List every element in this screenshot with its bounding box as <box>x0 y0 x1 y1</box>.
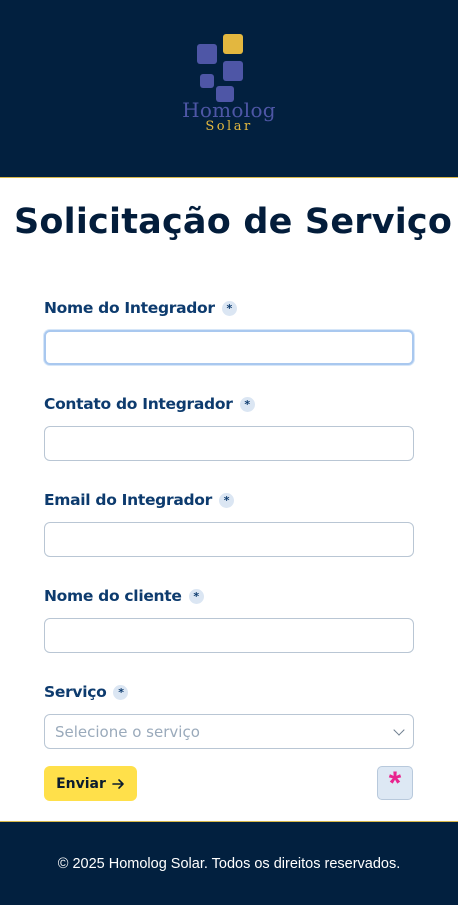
request-form: Solicitação de Serviço Nome do Integrado… <box>0 178 458 821</box>
integrator-contact-input[interactable] <box>44 426 414 461</box>
asterisk-icon[interactable]: * <box>377 766 413 800</box>
site-header: Homolog Solar <box>0 0 458 178</box>
integrator-email-field: Email do Integrador * <box>44 490 414 557</box>
logo-subname: Solar <box>205 118 253 134</box>
client-name-field: Nome do cliente * <box>44 586 414 653</box>
required-badge: * <box>239 396 255 412</box>
chevron-down-icon <box>393 723 405 736</box>
submit-button[interactable]: Enviar <box>44 766 137 801</box>
required-badge: * <box>188 588 204 604</box>
arrow-right-icon <box>112 778 124 789</box>
service-select[interactable]: Selecione o serviço <box>44 714 414 749</box>
integrator-name-label: Nome do Integrador <box>44 299 215 317</box>
homolog-solar-logo[interactable]: Homolog Solar <box>179 33 279 144</box>
required-badge: * <box>218 492 234 508</box>
integrator-name-input[interactable] <box>44 330 414 365</box>
integrator-email-input[interactable] <box>44 522 414 557</box>
service-label: Serviço <box>44 683 107 701</box>
integrator-contact-label: Contato do Integrador <box>44 395 233 413</box>
integrator-contact-field: Contato do Integrador * <box>44 394 414 461</box>
submit-label: Enviar <box>56 775 106 792</box>
logo-square <box>223 60 243 81</box>
required-badge: * <box>221 300 237 316</box>
logo-square <box>197 43 217 64</box>
page-title: Solicitação de Serviço <box>14 202 453 242</box>
service-select-placeholder: Selecione o serviço <box>55 722 200 741</box>
integrator-email-label: Email do Integrador <box>44 491 212 509</box>
client-name-input[interactable] <box>44 618 414 653</box>
logo-square <box>223 33 243 54</box>
logo-square <box>200 73 214 88</box>
site-footer: © 2025 Homolog Solar. Todos os direitos … <box>0 821 458 905</box>
service-field: Serviço * Selecione o serviço <box>44 682 414 749</box>
integrator-name-field: Nome do Integrador * <box>44 298 414 365</box>
footer-copyright: © 2025 Homolog Solar. Todos os direitos … <box>57 855 401 872</box>
client-name-label: Nome do cliente <box>44 587 182 605</box>
required-badge: * <box>113 684 129 700</box>
